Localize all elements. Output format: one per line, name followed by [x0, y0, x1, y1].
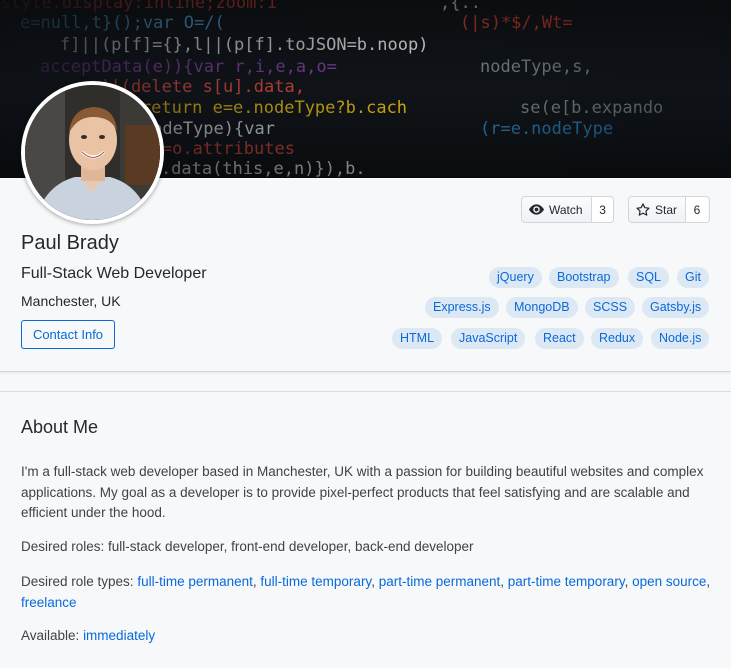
star-button-label-wrap[interactable]: Star [629, 197, 687, 222]
watch-label: Watch [549, 202, 583, 217]
availability: Available: immediately [21, 626, 721, 647]
desired-role-types: Desired role types: full-time permanent,… [21, 574, 711, 610]
about-title: About Me [21, 417, 99, 437]
role-types-label: Desired role types: [21, 574, 134, 589]
github-watch-button[interactable]: Watch 3 [521, 196, 614, 223]
skill-tag: Git [677, 267, 709, 288]
github-star-button[interactable]: Star 6 [628, 196, 710, 223]
about-intro: I'm a full-stack web developer based in … [21, 464, 704, 520]
skill-tag: SQL [628, 267, 670, 288]
role-type-link[interactable]: full-time temporary [260, 574, 371, 589]
star-label: Star [655, 202, 678, 217]
desired-roles-value: full-stack developer, front-end develope… [108, 539, 474, 554]
skill-tag: Node.js [651, 328, 710, 349]
avatar [21, 81, 164, 224]
skill-tag: MongoDB [506, 297, 578, 318]
available-link[interactable]: immediately [83, 628, 155, 643]
available-label: Available: [21, 628, 80, 643]
contact-info-button[interactable]: Contact Info [21, 320, 115, 349]
skill-tag: Bootstrap [549, 267, 619, 288]
watch-count[interactable]: 3 [591, 197, 613, 222]
watch-button-label-wrap[interactable]: Watch [522, 197, 592, 222]
skill-tag: HTML [392, 328, 443, 349]
desired-roles: Desired roles: full-stack developer, fro… [21, 537, 721, 558]
skill-tag: JavaScript [451, 328, 526, 349]
skill-tag: Express.js [425, 297, 499, 318]
skill-tag: Redux [591, 328, 644, 349]
desired-roles-label: Desired roles: [21, 539, 105, 554]
star-count[interactable]: 6 [686, 197, 709, 222]
role-type-link[interactable]: open source [632, 574, 706, 589]
skill-tag: React [535, 328, 584, 349]
skill-tag: SCSS [585, 297, 636, 318]
role-type-link[interactable]: part-time temporary [508, 574, 625, 589]
skill-tag: Gatsby.js [642, 297, 710, 318]
profile-role: Full-Stack Web Developer [21, 265, 207, 282]
role-type-link[interactable]: full-time permanent [137, 574, 253, 589]
star-icon [636, 203, 650, 216]
skill-tag: jQuery [489, 267, 542, 288]
profile-location: Manchester, UK [21, 293, 121, 309]
profile-name: Paul Brady [21, 232, 119, 254]
eye-icon [529, 204, 544, 215]
role-type-link[interactable]: part-time permanent [379, 574, 501, 589]
role-type-link[interactable]: freelance [21, 595, 77, 610]
